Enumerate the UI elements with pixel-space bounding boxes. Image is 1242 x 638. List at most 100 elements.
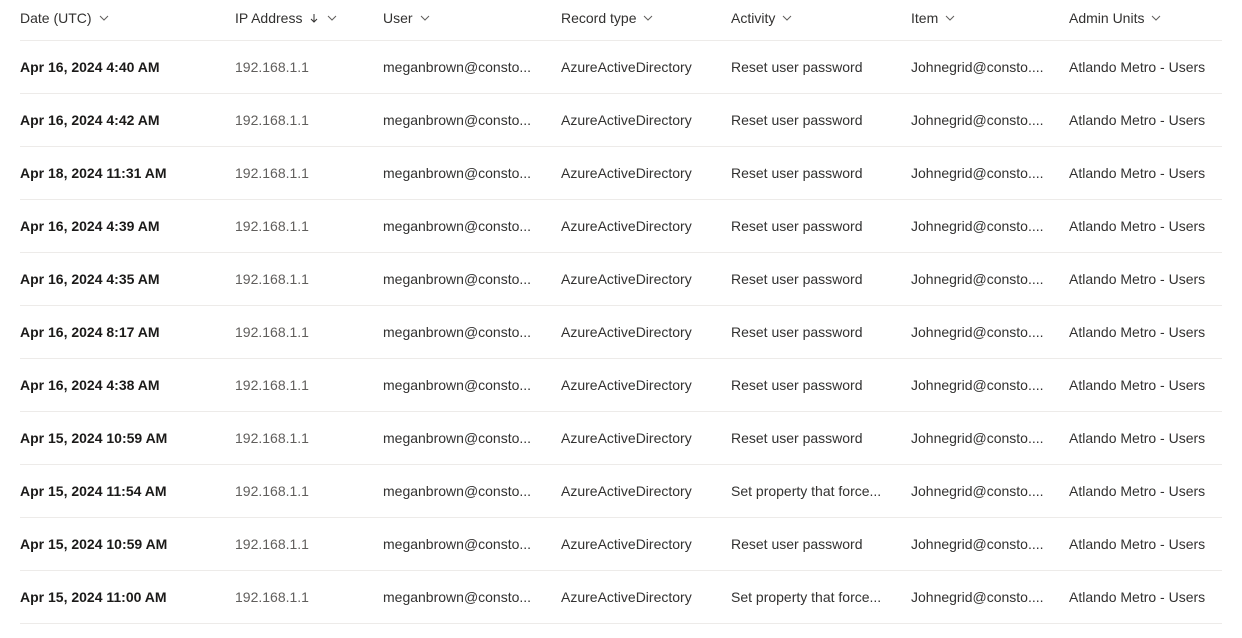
cell-admin-units: Atlando Metro - Users [1069, 218, 1222, 234]
chevron-down-icon [419, 12, 431, 24]
table-row[interactable]: Apr 16, 2024 4:39 AM192.168.1.1meganbrow… [20, 200, 1222, 253]
table-row[interactable]: Apr 15, 2024 10:59 AM192.168.1.1meganbro… [20, 518, 1222, 571]
column-header-admin-units-label: Admin Units [1069, 10, 1144, 26]
audit-log-table: Date (UTC) IP Address User Record type [20, 0, 1222, 624]
cell-date: Apr 16, 2024 4:39 AM [20, 218, 235, 234]
cell-admin-units: Atlando Metro - Users [1069, 324, 1222, 340]
cell-activity: Reset user password [731, 59, 911, 75]
cell-ip: 192.168.1.1 [235, 165, 383, 181]
table-row[interactable]: Apr 16, 2024 4:35 AM192.168.1.1meganbrow… [20, 253, 1222, 306]
table-row[interactable]: Apr 15, 2024 10:59 AM192.168.1.1meganbro… [20, 412, 1222, 465]
cell-activity: Reset user password [731, 324, 911, 340]
column-header-ip[interactable]: IP Address [235, 10, 383, 26]
cell-admin-units: Atlando Metro - Users [1069, 536, 1222, 552]
cell-admin-units: Atlando Metro - Users [1069, 112, 1222, 128]
cell-user: meganbrown@consto... [383, 165, 561, 181]
column-header-user[interactable]: User [383, 10, 561, 26]
cell-activity: Reset user password [731, 218, 911, 234]
cell-ip: 192.168.1.1 [235, 536, 383, 552]
table-row[interactable]: Apr 15, 2024 11:54 AM192.168.1.1meganbro… [20, 465, 1222, 518]
cell-user: meganbrown@consto... [383, 112, 561, 128]
cell-admin-units: Atlando Metro - Users [1069, 430, 1222, 446]
column-header-item[interactable]: Item [911, 10, 1069, 26]
cell-ip: 192.168.1.1 [235, 271, 383, 287]
cell-activity: Reset user password [731, 112, 911, 128]
cell-record-type: AzureActiveDirectory [561, 218, 731, 234]
column-header-ip-label: IP Address [235, 10, 302, 26]
cell-record-type: AzureActiveDirectory [561, 271, 731, 287]
chevron-down-icon [1150, 12, 1162, 24]
cell-admin-units: Atlando Metro - Users [1069, 271, 1222, 287]
chevron-down-icon [781, 12, 793, 24]
chevron-down-icon [944, 12, 956, 24]
cell-ip: 192.168.1.1 [235, 430, 383, 446]
cell-item: Johnegrid@consto.... [911, 377, 1069, 393]
cell-ip: 192.168.1.1 [235, 483, 383, 499]
cell-user: meganbrown@consto... [383, 324, 561, 340]
table-row[interactable]: Apr 16, 2024 8:17 AM192.168.1.1meganbrow… [20, 306, 1222, 359]
cell-item: Johnegrid@consto.... [911, 536, 1069, 552]
cell-item: Johnegrid@consto.... [911, 430, 1069, 446]
cell-date: Apr 16, 2024 8:17 AM [20, 324, 235, 340]
cell-date: Apr 16, 2024 4:38 AM [20, 377, 235, 393]
column-header-date[interactable]: Date (UTC) [20, 10, 235, 26]
cell-date: Apr 15, 2024 10:59 AM [20, 430, 235, 446]
cell-record-type: AzureActiveDirectory [561, 483, 731, 499]
cell-item: Johnegrid@consto.... [911, 165, 1069, 181]
column-header-record-type[interactable]: Record type [561, 10, 731, 26]
chevron-down-icon [98, 12, 110, 24]
cell-item: Johnegrid@consto.... [911, 218, 1069, 234]
column-header-activity-label: Activity [731, 10, 775, 26]
table-body: Apr 16, 2024 4:40 AM192.168.1.1meganbrow… [20, 41, 1222, 624]
cell-user: meganbrown@consto... [383, 59, 561, 75]
table-row[interactable]: Apr 16, 2024 4:42 AM192.168.1.1meganbrow… [20, 94, 1222, 147]
column-header-item-label: Item [911, 10, 938, 26]
cell-user: meganbrown@consto... [383, 430, 561, 446]
chevron-down-icon [642, 12, 654, 24]
column-header-admin-units[interactable]: Admin Units [1069, 10, 1222, 26]
cell-date: Apr 18, 2024 11:31 AM [20, 165, 235, 181]
cell-activity: Reset user password [731, 271, 911, 287]
sort-descending-icon [308, 12, 320, 24]
cell-admin-units: Atlando Metro - Users [1069, 377, 1222, 393]
cell-ip: 192.168.1.1 [235, 218, 383, 234]
cell-admin-units: Atlando Metro - Users [1069, 589, 1222, 605]
cell-user: meganbrown@consto... [383, 218, 561, 234]
cell-record-type: AzureActiveDirectory [561, 430, 731, 446]
cell-item: Johnegrid@consto.... [911, 324, 1069, 340]
cell-date: Apr 16, 2024 4:40 AM [20, 59, 235, 75]
cell-ip: 192.168.1.1 [235, 377, 383, 393]
cell-item: Johnegrid@consto.... [911, 59, 1069, 75]
cell-date: Apr 15, 2024 11:00 AM [20, 589, 235, 605]
table-header-row: Date (UTC) IP Address User Record type [20, 0, 1222, 41]
cell-admin-units: Atlando Metro - Users [1069, 483, 1222, 499]
cell-user: meganbrown@consto... [383, 536, 561, 552]
cell-ip: 192.168.1.1 [235, 59, 383, 75]
cell-user: meganbrown@consto... [383, 271, 561, 287]
table-row[interactable]: Apr 18, 2024 11:31 AM192.168.1.1meganbro… [20, 147, 1222, 200]
table-row[interactable]: Apr 15, 2024 11:00 AM192.168.1.1meganbro… [20, 571, 1222, 624]
cell-activity: Reset user password [731, 377, 911, 393]
cell-admin-units: Atlando Metro - Users [1069, 59, 1222, 75]
cell-record-type: AzureActiveDirectory [561, 165, 731, 181]
cell-activity: Set property that force... [731, 483, 911, 499]
chevron-down-icon [326, 12, 338, 24]
table-row[interactable]: Apr 16, 2024 4:38 AM192.168.1.1meganbrow… [20, 359, 1222, 412]
cell-user: meganbrown@consto... [383, 589, 561, 605]
cell-user: meganbrown@consto... [383, 377, 561, 393]
cell-record-type: AzureActiveDirectory [561, 377, 731, 393]
column-header-date-label: Date (UTC) [20, 10, 92, 26]
cell-activity: Set property that force... [731, 589, 911, 605]
cell-item: Johnegrid@consto.... [911, 271, 1069, 287]
cell-record-type: AzureActiveDirectory [561, 324, 731, 340]
cell-record-type: AzureActiveDirectory [561, 536, 731, 552]
cell-record-type: AzureActiveDirectory [561, 112, 731, 128]
cell-date: Apr 15, 2024 10:59 AM [20, 536, 235, 552]
column-header-activity[interactable]: Activity [731, 10, 911, 26]
cell-admin-units: Atlando Metro - Users [1069, 165, 1222, 181]
cell-ip: 192.168.1.1 [235, 589, 383, 605]
cell-date: Apr 15, 2024 11:54 AM [20, 483, 235, 499]
cell-ip: 192.168.1.1 [235, 112, 383, 128]
table-row[interactable]: Apr 16, 2024 4:40 AM192.168.1.1meganbrow… [20, 41, 1222, 94]
cell-item: Johnegrid@consto.... [911, 589, 1069, 605]
